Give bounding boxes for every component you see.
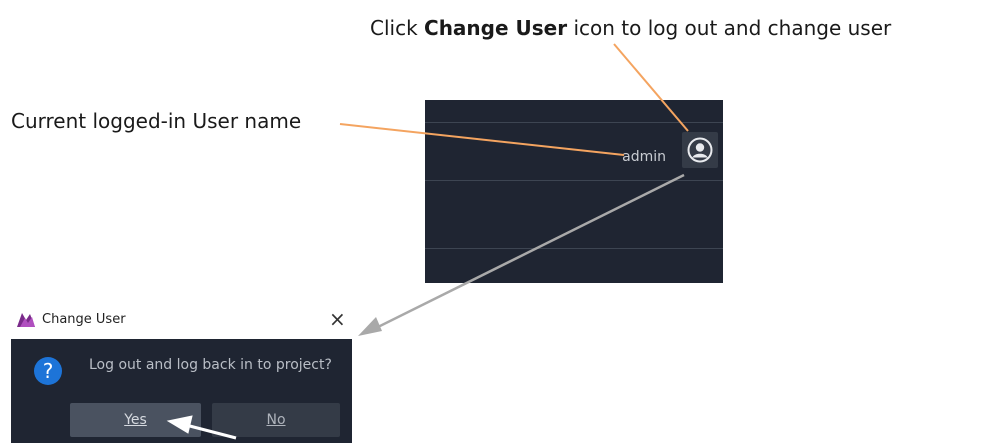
toolbar-panel: admin	[425, 100, 723, 283]
question-icon: ?	[34, 357, 62, 385]
dialog-title: Change User	[42, 312, 126, 327]
toolbar-divider	[425, 180, 723, 181]
user-icon	[687, 137, 713, 163]
yes-button[interactable]: Yes	[70, 403, 201, 437]
callout-top-suffix: icon to log out and change user	[567, 16, 892, 40]
toolbar-divider	[425, 248, 723, 249]
callout-top-prefix: Click	[370, 16, 425, 40]
change-user-dialog: ? Log out and log back in to project? Ye…	[11, 339, 352, 443]
username-callout: Current logged-in User name	[11, 109, 302, 133]
no-button[interactable]: No	[212, 403, 340, 437]
change-user-button[interactable]	[682, 132, 718, 168]
callout-top-bold: Change User	[424, 16, 568, 40]
change-user-callout: Click Change User icon to log out and ch…	[370, 16, 891, 40]
dialog-titlebar: Change User ×	[16, 306, 356, 336]
close-icon[interactable]: ×	[329, 307, 346, 331]
app-logo-icon	[17, 313, 35, 327]
gray-arrowhead	[358, 317, 382, 336]
dialog-message: Log out and log back in to project?	[89, 357, 332, 373]
toolbar-divider	[425, 122, 723, 123]
current-username: admin	[622, 149, 666, 165]
